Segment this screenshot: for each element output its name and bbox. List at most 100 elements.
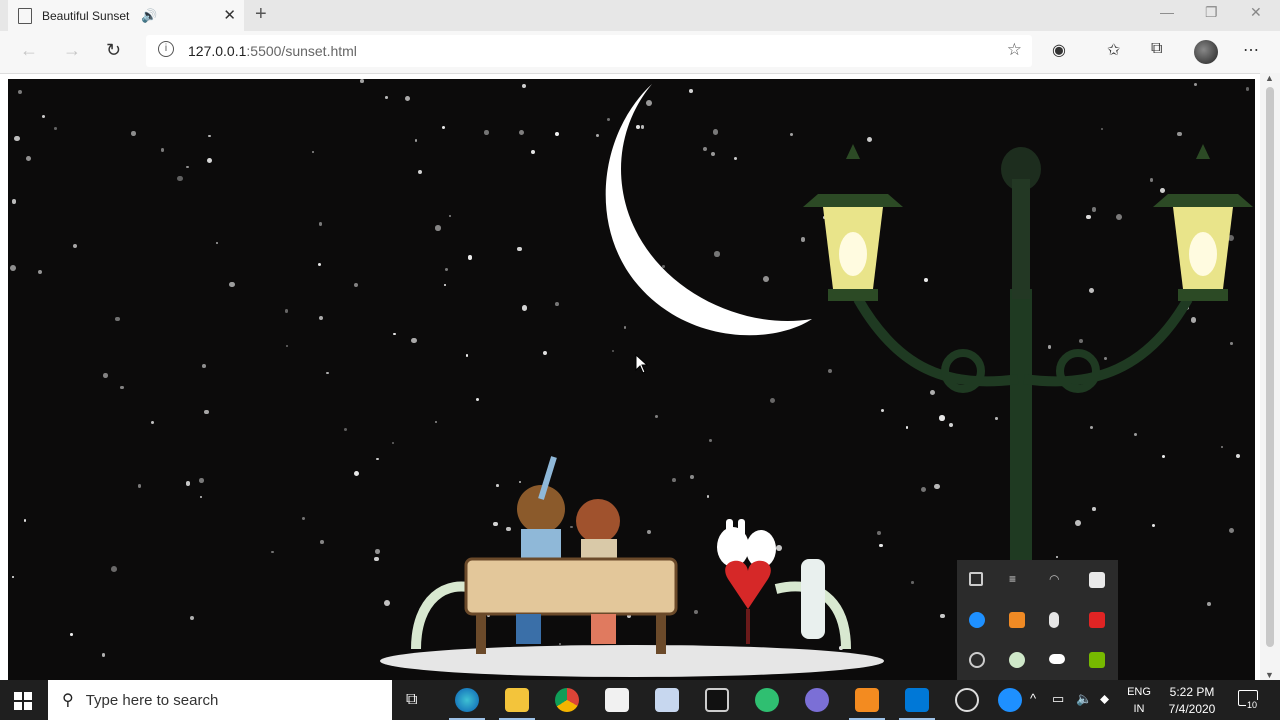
shield-tray-icon[interactable]: [969, 572, 983, 586]
tab-strip: Beautiful Sunset 🔊 ✕ + — ❐ ✕: [0, 0, 1280, 31]
star-dot: [475, 397, 480, 402]
volume-icon[interactable]: 🔈: [1076, 691, 1092, 707]
dropbox-icon[interactable]: ⬥: [1100, 691, 1109, 707]
star-dot: [72, 243, 77, 248]
site-info-icon[interactable]: i: [158, 41, 174, 57]
taskbar: ⚲ Type here to search ⧉ ^ ▭ 🔈 ⬥ ENG IN 5…: [0, 680, 1280, 720]
star-dot: [449, 214, 452, 218]
extension-icon[interactable]: ◉: [1052, 40, 1066, 60]
clock-time: 5:22 PM: [1169, 685, 1215, 699]
usb-tray-icon[interactable]: [1049, 612, 1059, 628]
star-dot: [17, 89, 23, 95]
globe-tray-icon[interactable]: [1009, 652, 1025, 668]
star-dot: [521, 305, 528, 311]
windows-start-icon[interactable]: [14, 692, 32, 710]
favorites-icon[interactable]: ✩: [1107, 40, 1120, 60]
star-dot: [467, 255, 473, 260]
back-icon[interactable]: ←: [20, 40, 38, 61]
tab-beautiful-sunset[interactable]: Beautiful Sunset 🔊 ✕: [8, 0, 244, 31]
star-dot: [161, 148, 165, 152]
star-dot: [414, 139, 418, 142]
restore-icon[interactable]: ❐: [1205, 4, 1218, 21]
profile-avatar[interactable]: [1194, 40, 1218, 64]
media-tray-icon[interactable]: ≡: [1009, 572, 1025, 588]
taskbar-search-box[interactable]: ⚲ Type here to search: [48, 680, 392, 720]
star-dot: [42, 114, 46, 119]
star-dot: [392, 442, 395, 445]
star-dot: [199, 478, 204, 483]
close-tab-icon[interactable]: ✕: [223, 6, 236, 24]
star-dot: [417, 169, 422, 174]
star-dot: [1246, 87, 1250, 91]
battery-icon[interactable]: ▭: [1052, 691, 1064, 707]
speaker-icon[interactable]: 🔊: [141, 8, 157, 24]
language-indicator[interactable]: ENG IN: [1127, 684, 1151, 718]
task-view-icon[interactable]: ⧉: [406, 691, 417, 709]
wifi-tray-icon[interactable]: ◠: [1049, 572, 1065, 588]
url-host: 127.0.0.1: [188, 43, 247, 59]
star-dot: [37, 269, 43, 275]
system-clock[interactable]: 5:22 PM 7/4/2020: [1164, 684, 1220, 718]
security-tray-icon[interactable]: [1089, 572, 1105, 588]
star-dot: [271, 550, 274, 554]
sublime-taskbar-icon[interactable]: [849, 688, 885, 720]
forward-icon[interactable]: →: [63, 40, 81, 61]
star-dot: [301, 517, 305, 521]
star-dot: [137, 484, 142, 488]
clock-tray-icon[interactable]: [969, 652, 985, 668]
file-explorer-taskbar-icon[interactable]: [499, 688, 535, 720]
app-purple-taskbar-icon[interactable]: [805, 688, 829, 712]
help-taskbar-icon[interactable]: [998, 688, 1022, 712]
url-text[interactable]: 127.0.0.1:5500/sunset.html: [188, 43, 357, 59]
scroll-down-icon[interactable]: ▼: [1265, 670, 1274, 680]
star-dot: [434, 421, 437, 424]
star-dot: [312, 151, 315, 154]
mail-taskbar-icon[interactable]: [605, 688, 629, 712]
star-dot: [14, 135, 21, 142]
star-dot: [54, 127, 58, 130]
terminal-taskbar-icon[interactable]: [705, 688, 729, 712]
star-dot: [410, 337, 417, 344]
star-dot: [1100, 127, 1103, 131]
close-window-icon[interactable]: ✕: [1250, 4, 1262, 21]
collections-icon[interactable]: ⧉: [1151, 40, 1162, 58]
obs-taskbar-icon[interactable]: [955, 688, 979, 712]
star-dot: [206, 157, 212, 163]
more-icon[interactable]: ⋯: [1243, 40, 1259, 60]
favorite-star-icon[interactable]: ☆: [1007, 40, 1022, 60]
page-icon: [18, 7, 32, 24]
skype-tray-icon[interactable]: [969, 612, 985, 628]
star-dot: [522, 83, 527, 88]
show-hidden-icons-chevron-icon[interactable]: ^: [1030, 691, 1036, 706]
vertical-scrollbar[interactable]: ▲ ▼: [1260, 73, 1280, 680]
star-dot: [484, 130, 489, 135]
notification-count-badge: 10: [1246, 700, 1259, 710]
adobe-tray-icon[interactable]: [1089, 612, 1105, 628]
chrome-taskbar-icon[interactable]: [555, 688, 579, 712]
language-code: ENG: [1127, 686, 1151, 698]
url-path: :5500/sunset.html: [246, 43, 357, 59]
star-dot: [709, 439, 713, 443]
language-region: IN: [1133, 703, 1145, 715]
address-bar[interactable]: i 127.0.0.1:5500/sunset.html ☆: [146, 35, 1032, 67]
star-dot: [186, 165, 189, 169]
minimize-icon[interactable]: —: [1160, 4, 1174, 20]
nvidia-tray-icon[interactable]: [1089, 652, 1105, 668]
onedrive-tray-icon[interactable]: [1049, 654, 1065, 664]
vscode-taskbar-icon[interactable]: [899, 688, 935, 720]
refresh-icon[interactable]: ↻: [106, 40, 121, 61]
star-dot: [554, 131, 560, 137]
maps-taskbar-icon[interactable]: [755, 688, 779, 712]
star-dot: [442, 125, 446, 130]
notepad-taskbar-icon[interactable]: [655, 688, 679, 712]
star-dot: [10, 265, 17, 272]
star-dot: [530, 149, 535, 155]
app-orange-tray-icon[interactable]: [1009, 612, 1025, 628]
new-tab-button[interactable]: +: [255, 3, 267, 26]
star-dot: [110, 566, 117, 573]
scroll-thumb[interactable]: [1266, 87, 1274, 647]
star-dot: [435, 225, 441, 231]
scroll-up-icon[interactable]: ▲: [1265, 73, 1274, 83]
edge-taskbar-icon[interactable]: [449, 688, 485, 720]
star-dot: [208, 134, 211, 138]
